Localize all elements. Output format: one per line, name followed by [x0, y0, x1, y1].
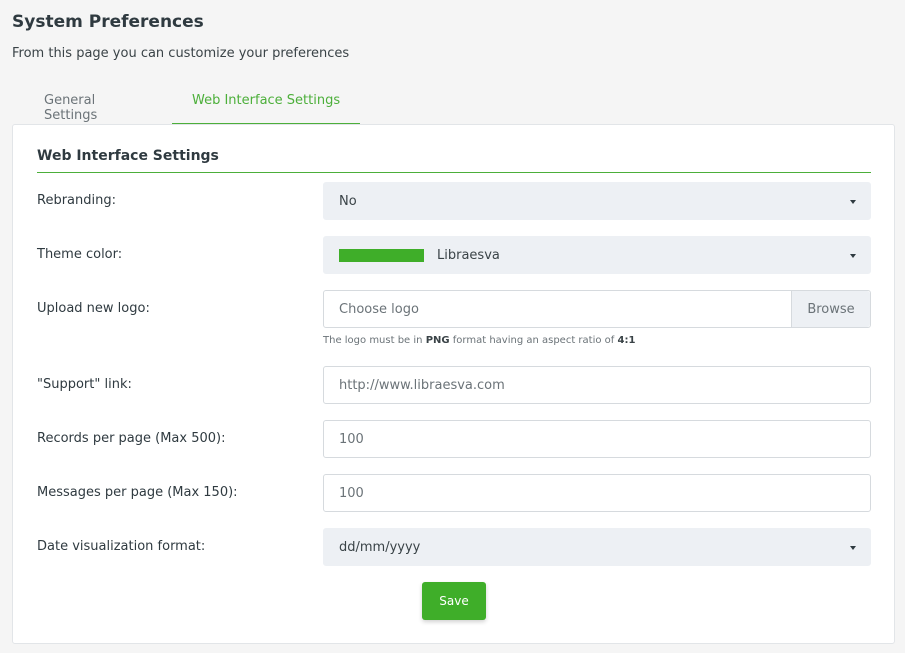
tab-bar: General Settings Web Interface Settings [12, 82, 361, 124]
rebranding-value: No [339, 193, 357, 209]
rebranding-label: Rebranding: [37, 193, 116, 208]
section-title: Web Interface Settings [37, 148, 871, 173]
messages-per-page-input[interactable]: 100 [323, 474, 871, 512]
theme-color-label: Theme color: [37, 247, 123, 262]
browse-button[interactable]: Browse [791, 291, 870, 327]
page-subtitle: From this page you can customize your pr… [12, 46, 350, 61]
settings-card: Web Interface Settings Rebranding: No Th… [12, 124, 895, 644]
support-link-input[interactable]: http://www.libraesva.com [323, 366, 871, 404]
messages-per-page-label: Messages per page (Max 150): [37, 485, 238, 500]
save-button[interactable]: Save [422, 582, 486, 620]
tab-general-settings[interactable]: General Settings [12, 82, 172, 124]
records-per-page-value: 100 [339, 431, 364, 447]
logo-help-text: The logo must be in PNG format having an… [323, 335, 636, 346]
system-preferences-page: System Preferences From this page you ca… [0, 0, 905, 653]
theme-color-value: Libraesva [437, 247, 500, 263]
logo-file-input[interactable]: Choose logo Browse [323, 290, 871, 328]
chevron-down-icon [850, 200, 856, 204]
page-title: System Preferences [12, 12, 204, 32]
tab-web-interface-settings[interactable]: Web Interface Settings [172, 82, 361, 124]
rebranding-select[interactable]: No [323, 182, 871, 220]
chevron-down-icon [850, 546, 856, 550]
chevron-down-icon [850, 254, 856, 258]
messages-per-page-value: 100 [339, 485, 364, 501]
theme-color-swatch [339, 248, 424, 262]
upload-logo-label: Upload new logo: [37, 301, 150, 316]
theme-color-select[interactable]: Libraesva [323, 236, 871, 274]
date-format-select[interactable]: dd/mm/yyyy [323, 528, 871, 566]
records-per-page-label: Records per page (Max 500): [37, 431, 226, 446]
support-link-label: "Support" link: [37, 377, 132, 392]
records-per-page-input[interactable]: 100 [323, 420, 871, 458]
date-format-label: Date visualization format: [37, 539, 206, 554]
date-format-value: dd/mm/yyyy [339, 539, 421, 555]
support-link-value: http://www.libraesva.com [339, 377, 505, 393]
